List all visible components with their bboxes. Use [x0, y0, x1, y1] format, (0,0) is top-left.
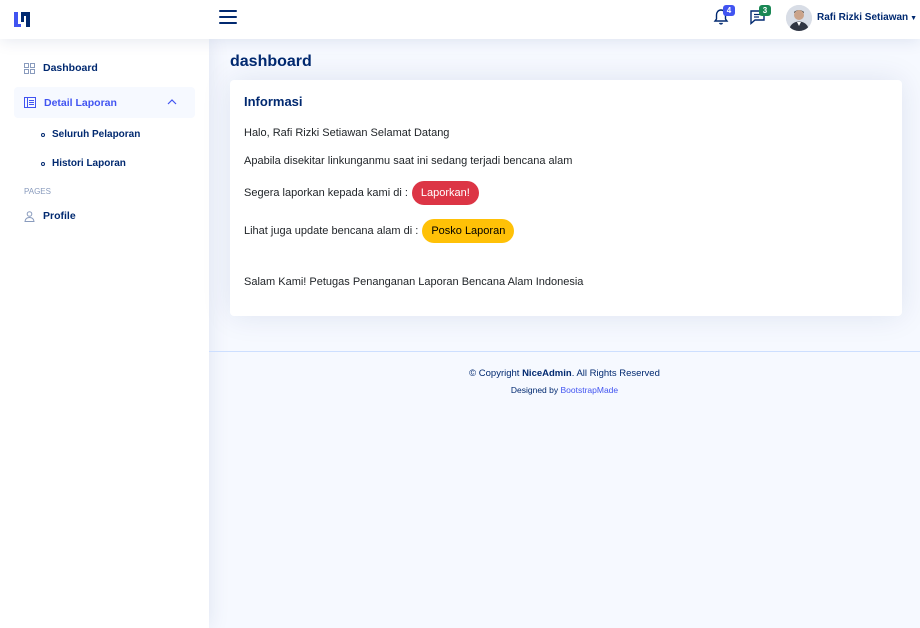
credits-text: Designed by BootstrapMade [209, 385, 920, 395]
logo-icon[interactable] [12, 9, 32, 29]
user-menu-toggle[interactable]: Rafi Rizki Setiawan ▼ [817, 12, 917, 23]
copyright-text: © Copyright NiceAdmin. All Rights Reserv… [209, 368, 920, 379]
sidebar-item-label: Dashboard [43, 62, 98, 74]
grid-icon [24, 62, 35, 74]
sidebar-subitem-seluruh-pelaporan[interactable]: Seluruh Pelaporan [41, 129, 140, 140]
sidebar-item-label: Detail Laporan [44, 96, 117, 109]
designer-link[interactable]: BootstrapMade [560, 385, 618, 395]
person-icon [24, 210, 35, 222]
sidebar-item-dashboard[interactable]: Dashboard [24, 62, 98, 74]
brand-name: NiceAdmin [522, 368, 572, 379]
report-prompt-text: Segera laporkan kepada kami di : [244, 187, 408, 199]
posko-line: Lihat juga update bencana alam di : Posk… [244, 219, 515, 243]
user-name: Rafi Rizki Setiawan [817, 12, 909, 23]
greeting-text: Halo, Rafi Rizki Setiawan Selamat Datang [244, 127, 450, 139]
report-line: Segera laporkan kepada kami di : Laporka… [244, 181, 479, 205]
sidebar-item-label: Profile [43, 210, 76, 222]
chevron-up-icon [167, 99, 177, 105]
caret-down-icon: ▼ [910, 15, 918, 22]
info-card: Informasi Halo, Rafi Rizki Setiawan Sela… [230, 80, 902, 316]
layout-text-icon [24, 97, 36, 108]
sidebar: Dashboard Detail Laporan Seluruh Pelapor… [0, 39, 209, 628]
circle-icon [41, 132, 45, 137]
sidebar-toggle-icon[interactable] [219, 10, 237, 26]
designed-by-label: Designed by [510, 385, 561, 395]
copyright-suffix: . All Rights Reserved [571, 368, 660, 379]
messages-badge: 3 [759, 5, 771, 16]
copyright-prefix: © Copyright [469, 368, 523, 379]
notifications-badge: 4 [723, 5, 735, 16]
info-text: Apabila disekitar linkunganmu saat ini s… [244, 155, 573, 167]
closing-text: Salam Kami! Petugas Penanganan Laporan B… [244, 276, 584, 288]
notifications-bell-icon[interactable]: 4 [713, 5, 735, 28]
top-header: 4 3 Rafi Rizki Setiawan ▼ [0, 0, 920, 39]
posko-prompt-text: Lihat juga update bencana alam di : [244, 225, 419, 237]
sidebar-subitem-label: Seluruh Pelaporan [52, 129, 141, 140]
sidebar-heading-pages: PAGES [24, 187, 51, 196]
posko-laporan-button[interactable]: Posko Laporan [422, 219, 515, 243]
page-title: dashboard [230, 53, 312, 70]
messages-chat-icon[interactable]: 3 [749, 5, 771, 28]
sidebar-subitem-label: Histori Laporan [52, 158, 126, 169]
sidebar-subitem-histori-laporan[interactable]: Histori Laporan [41, 158, 126, 169]
sidebar-item-detail-laporan[interactable]: Detail Laporan [14, 87, 195, 118]
sidebar-item-profile[interactable]: Profile [24, 210, 76, 222]
report-button[interactable]: Laporkan! [411, 181, 479, 205]
card-title: Informasi [244, 94, 303, 109]
footer: © Copyright NiceAdmin. All Rights Reserv… [209, 351, 920, 395]
user-avatar[interactable] [786, 5, 812, 31]
circle-icon [41, 161, 45, 166]
